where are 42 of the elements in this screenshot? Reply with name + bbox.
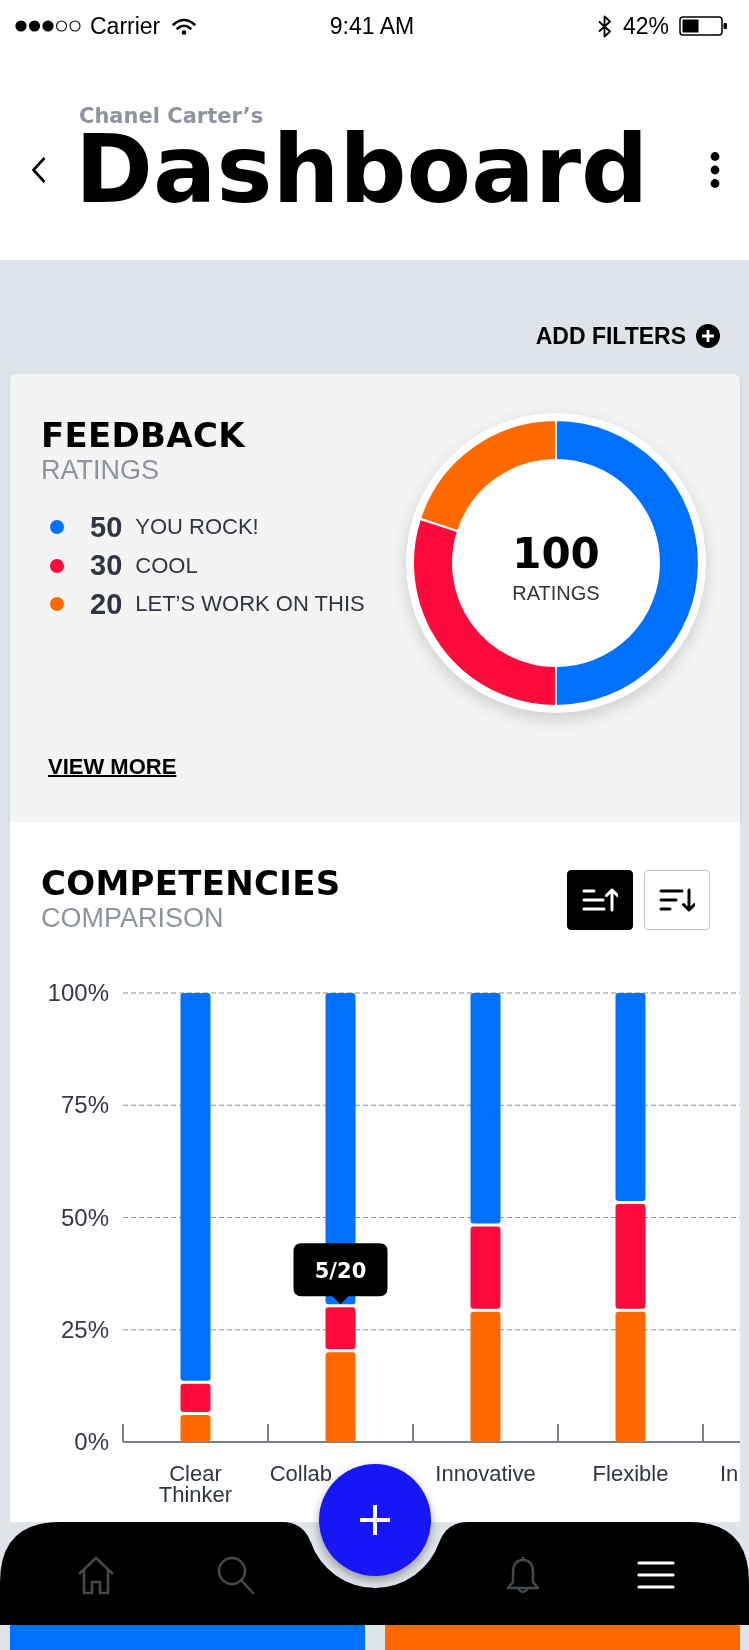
y-axis-label: 25% bbox=[60, 1315, 109, 1343]
chart-tooltip: 5/20 bbox=[293, 1243, 388, 1305]
y-axis-label: 100% bbox=[47, 979, 109, 1006]
bar-segment bbox=[180, 1415, 211, 1442]
bar-segment bbox=[325, 1307, 356, 1350]
back-icon[interactable] bbox=[31, 156, 46, 184]
section-title: FEEDBACK bbox=[41, 415, 247, 455]
plus-circle-icon bbox=[696, 324, 720, 348]
carrier-name: Carrier bbox=[90, 13, 161, 39]
legend-label: YOU ROCK! bbox=[135, 514, 259, 541]
legend-label: LET’S WORK ON THIS bbox=[135, 591, 365, 618]
battery-percent: 42% bbox=[622, 13, 669, 39]
section-subtitle: RATINGS bbox=[41, 455, 160, 485]
category-label: Collab bbox=[269, 1461, 332, 1486]
bar-segment bbox=[180, 1383, 211, 1413]
category-label: Innovative bbox=[435, 1461, 536, 1486]
y-axis-label: 75% bbox=[60, 1091, 109, 1119]
sort-button[interactable] bbox=[567, 870, 633, 930]
add-filters-button[interactable]: ADD FILTERS bbox=[535, 324, 720, 348]
legend-label: COOL bbox=[135, 552, 198, 579]
signal-icon bbox=[15, 20, 81, 32]
legend-count: 30 bbox=[90, 549, 123, 583]
y-axis-label: 50% bbox=[60, 1203, 109, 1231]
legend-count: 50 bbox=[90, 510, 123, 544]
legend-count: 20 bbox=[90, 587, 123, 621]
bluetooth-icon bbox=[596, 14, 613, 38]
plus-icon bbox=[359, 1504, 391, 1536]
donut-total: 100 bbox=[512, 529, 600, 578]
view-more-link[interactable]: VIEW MORE bbox=[48, 755, 177, 779]
status-time: 9:41 AM bbox=[329, 13, 415, 39]
y-axis-label: 0% bbox=[74, 1428, 109, 1455]
section-title: COMPETENCIES bbox=[41, 863, 341, 903]
more-options-icon[interactable] bbox=[710, 152, 720, 188]
wifi-icon bbox=[172, 17, 197, 35]
sort-ascending-icon bbox=[582, 887, 618, 913]
category-label: Clear Thinker bbox=[158, 1461, 233, 1507]
sort-descending-icon bbox=[659, 887, 695, 913]
donut-total-label: RATINGS bbox=[512, 582, 600, 604]
section-subtitle: COMPARISON bbox=[41, 903, 225, 933]
category-label: Flexible bbox=[592, 1461, 669, 1486]
battery-icon bbox=[679, 16, 729, 36]
category-label: In bbox=[720, 1461, 739, 1486]
